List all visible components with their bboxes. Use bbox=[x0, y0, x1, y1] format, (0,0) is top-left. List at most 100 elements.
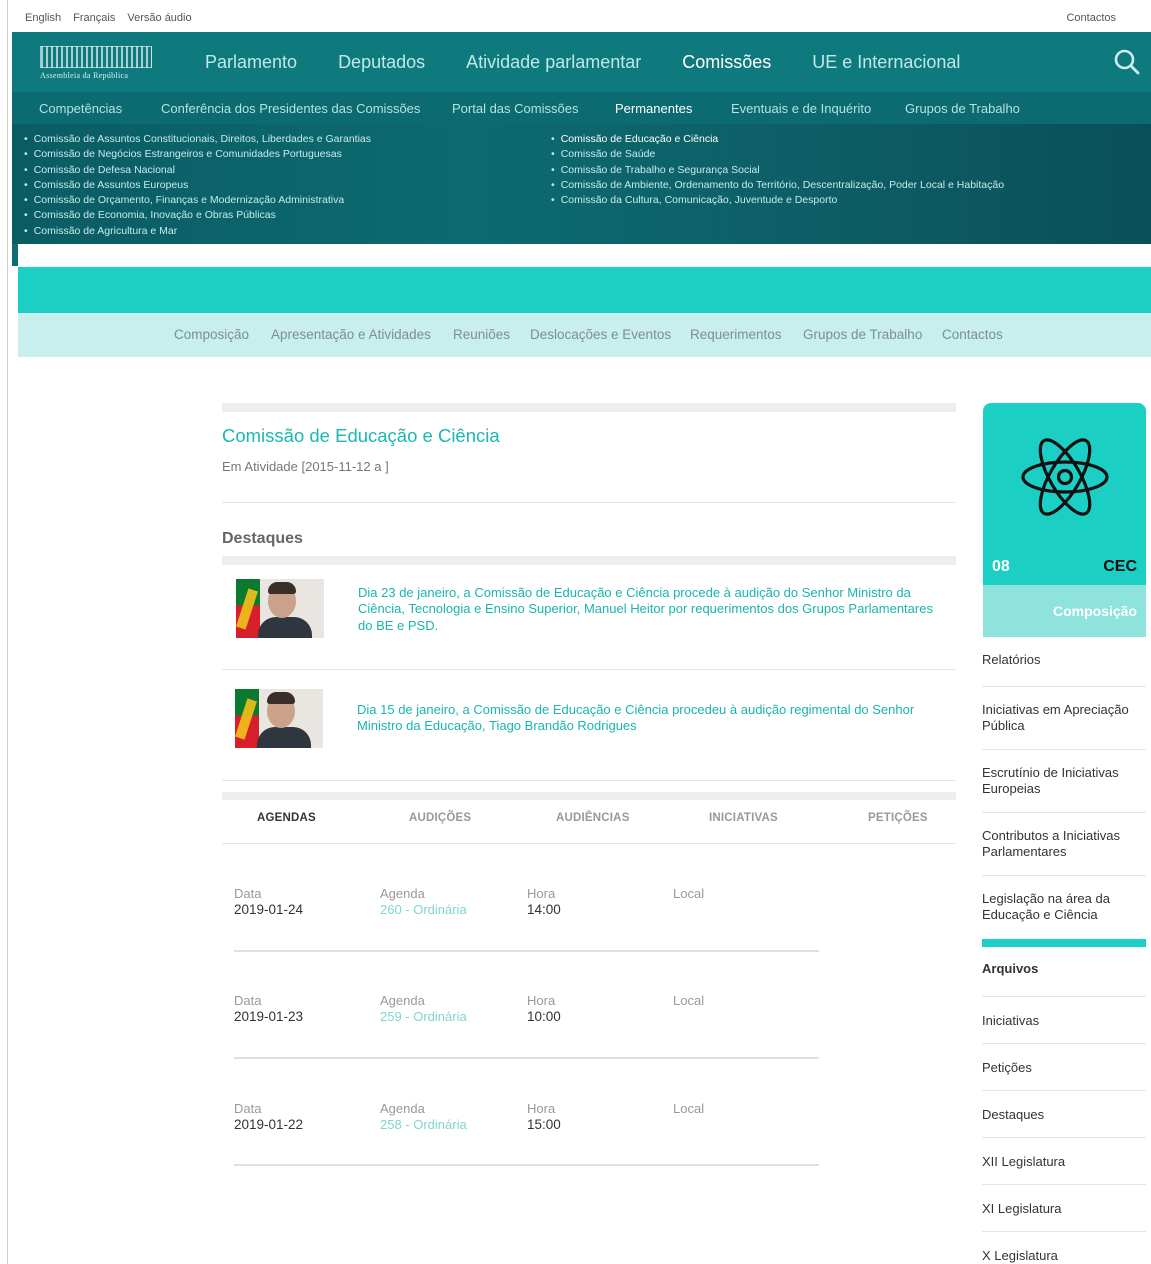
archive-accent-bar bbox=[982, 939, 1146, 947]
committee-link[interactable]: Comissão de Negócios Estrangeiros e Comu… bbox=[24, 147, 371, 162]
nav-deputados[interactable]: Deputados bbox=[338, 52, 425, 73]
committee-nav-deslocacoes[interactable]: Deslocações e Eventos bbox=[530, 327, 671, 342]
divider bbox=[234, 1164, 819, 1166]
agenda-link[interactable]: 259 - Ordinária bbox=[380, 1009, 467, 1024]
sidebar-divider bbox=[982, 1184, 1146, 1185]
subnav-portal[interactable]: Portal das Comissões bbox=[452, 101, 578, 116]
archive-item-destaques[interactable]: Destaques bbox=[982, 1107, 1146, 1123]
archive-item-iniciativas[interactable]: Iniciativas bbox=[982, 1013, 1146, 1029]
nav-atividade-parlamentar[interactable]: Atividade parlamentar bbox=[466, 52, 641, 73]
archive-item-xii-legislatura[interactable]: XII Legislatura bbox=[982, 1154, 1146, 1170]
committee-nav-apresentacao[interactable]: Apresentação e Atividades bbox=[271, 327, 431, 342]
archive-item-xi-legislatura[interactable]: XI Legislatura bbox=[982, 1201, 1146, 1217]
subnav-grupos-trabalho[interactable]: Grupos de Trabalho bbox=[905, 101, 1020, 116]
place-label: Local bbox=[673, 1101, 705, 1116]
page-left-rule bbox=[7, 0, 8, 1264]
section-top-bar bbox=[222, 403, 956, 412]
committee-link[interactable]: Comissão de Assuntos Europeus bbox=[24, 178, 371, 193]
time-label: Hora bbox=[527, 993, 556, 1008]
divider bbox=[222, 669, 956, 670]
news-photo[interactable] bbox=[235, 689, 323, 748]
sidebar-divider bbox=[982, 1137, 1146, 1138]
divider bbox=[234, 1057, 819, 1059]
news-link[interactable]: Dia 23 de janeiro, a Comissão de Educaçã… bbox=[358, 585, 938, 634]
date-label: Data bbox=[234, 1101, 262, 1116]
utility-bar: English Français Versão áudio Contactos bbox=[0, 0, 1151, 32]
committee-link-active[interactable]: Comissão de Educação e Ciência bbox=[551, 132, 1004, 147]
audio-version-link[interactable]: Versão áudio bbox=[127, 12, 191, 24]
agenda-link[interactable]: 260 - Ordinária bbox=[380, 902, 467, 917]
committee-link[interactable]: Comissão de Agricultura e Mar bbox=[24, 224, 371, 239]
sidebar-divider bbox=[982, 1043, 1146, 1044]
agenda-label: Agenda bbox=[380, 886, 425, 901]
committee-link[interactable]: Comissão de Orçamento, Finanças e Modern… bbox=[24, 193, 371, 208]
committee-list-panel: Comissão de Assuntos Constitucionais, Di… bbox=[12, 124, 1151, 244]
photo-person-body bbox=[257, 727, 311, 748]
committee-link[interactable]: Comissão de Economia, Inovação e Obras P… bbox=[24, 208, 371, 223]
composicao-label: Composição bbox=[1052, 603, 1137, 619]
committee-link[interactable]: Comissão de Defesa Nacional bbox=[24, 163, 371, 178]
committee-link[interactable]: Comissão da Cultura, Comunicação, Juvent… bbox=[551, 193, 1004, 208]
sidebar-item-contributos[interactable]: Contributos a Iniciativas Parlamentares bbox=[982, 828, 1146, 860]
destaques-heading: Destaques bbox=[222, 530, 303, 547]
place-label: Local bbox=[673, 993, 705, 1008]
subnav-permanentes[interactable]: Permanentes bbox=[615, 101, 692, 116]
tabs-bar bbox=[222, 792, 956, 800]
nav-comissoes[interactable]: Comissões bbox=[682, 52, 771, 73]
committee-link[interactable]: Comissão de Ambiente, Ordenamento do Ter… bbox=[551, 178, 1004, 193]
news-link[interactable]: Dia 15 de janeiro, a Comissão de Educaçã… bbox=[357, 702, 942, 735]
committee-nav-requerimentos[interactable]: Requerimentos bbox=[690, 327, 782, 342]
composicao-button[interactable]: Composição bbox=[983, 585, 1146, 637]
sidebar-item-relatorios[interactable]: Relatórios bbox=[982, 652, 1146, 668]
sidebar-divider bbox=[982, 996, 1146, 997]
committee-abbreviation: CEC bbox=[1103, 558, 1137, 575]
committee-nav-grupos-trabalho[interactable]: Grupos de Trabalho bbox=[803, 327, 922, 342]
archive-item-peticoes[interactable]: Petições bbox=[982, 1060, 1146, 1076]
sidebar-item-iniciativas-apreciacao[interactable]: Iniciativas em Apreciação Pública bbox=[982, 702, 1146, 734]
agenda-date: 2019-01-22 bbox=[234, 1117, 304, 1132]
committee-nav-contactos[interactable]: Contactos bbox=[942, 327, 1003, 342]
committee-link[interactable]: Comissão de Assuntos Constitucionais, Di… bbox=[24, 132, 371, 147]
photo-person-hair bbox=[267, 692, 295, 704]
archive-item-x-legislatura[interactable]: X Legislatura bbox=[982, 1248, 1146, 1264]
language-links: English Français Versão áudio bbox=[25, 12, 201, 24]
committee-link[interactable]: Comissão de Trabalho e Segurança Social bbox=[551, 163, 1004, 178]
committee-banner bbox=[18, 267, 1151, 313]
tab-iniciativas[interactable]: INICIATIVAS bbox=[709, 812, 778, 824]
committee-list-left: Comissão de Assuntos Constitucionais, Di… bbox=[24, 132, 371, 239]
logo[interactable]: Assembleia da República bbox=[40, 46, 156, 84]
nav-parlamento[interactable]: Parlamento bbox=[205, 52, 297, 73]
committee-nav-reunioes[interactable]: Reuniões bbox=[453, 327, 510, 342]
committee-link[interactable]: Comissão de Saúde bbox=[551, 147, 1004, 162]
place-label: Local bbox=[673, 886, 705, 901]
time-label: Hora bbox=[527, 886, 556, 901]
subnav-eventuais[interactable]: Eventuais e de Inquérito bbox=[731, 101, 871, 116]
sidebar-divider bbox=[982, 812, 1146, 813]
logo-text: Assembleia da República bbox=[40, 71, 129, 80]
sidebar-item-escrutinio[interactable]: Escrutínio de Iniciativas Europeias bbox=[982, 765, 1146, 797]
committee-nav-composicao[interactable]: Composição bbox=[174, 327, 249, 342]
tab-audicoes[interactable]: AUDIÇÕES bbox=[409, 812, 471, 824]
tab-peticoes[interactable]: PETIÇÕES bbox=[868, 812, 928, 824]
committee-number: 08 bbox=[992, 558, 1010, 575]
search-icon[interactable] bbox=[1113, 48, 1141, 76]
agenda-link[interactable]: 258 - Ordinária bbox=[380, 1117, 467, 1132]
lang-english[interactable]: English bbox=[25, 12, 61, 24]
left-accent-mark bbox=[12, 244, 18, 266]
tab-agendas[interactable]: AGENDAS bbox=[257, 812, 316, 824]
sidebar-item-legislacao[interactable]: Legislação na área da Educação e Ciência bbox=[982, 891, 1146, 923]
contacts-link[interactable]: Contactos bbox=[1066, 12, 1116, 24]
committee-nav: Composição Apresentação e Atividades Reu… bbox=[18, 313, 1151, 357]
nav-ue-internacional[interactable]: UE e Internacional bbox=[812, 52, 960, 73]
subnav-conferencia[interactable]: Conferência dos Presidentes das Comissõe… bbox=[161, 101, 420, 116]
subnav-competencias[interactable]: Competências bbox=[39, 101, 122, 116]
agenda-time: 15:00 bbox=[527, 1117, 561, 1132]
news-photo[interactable] bbox=[236, 579, 324, 638]
archive-heading: Arquivos bbox=[982, 961, 1039, 976]
agenda-date: 2019-01-23 bbox=[234, 1009, 304, 1024]
time-label: Hora bbox=[527, 1101, 556, 1116]
lang-french[interactable]: Français bbox=[73, 12, 115, 24]
tab-audiencias[interactable]: AUDIÊNCIAS bbox=[556, 812, 630, 824]
photo-person-hair bbox=[268, 582, 296, 594]
atom-icon bbox=[1021, 438, 1109, 516]
